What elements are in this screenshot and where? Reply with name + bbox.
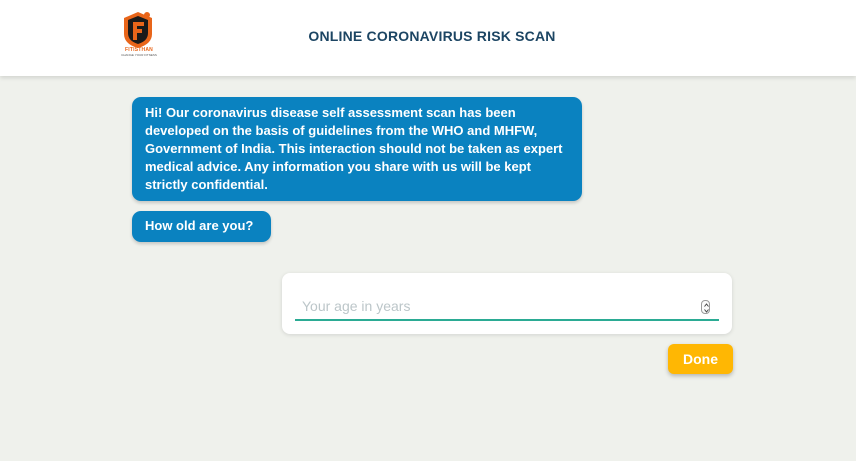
age-input[interactable] [295, 293, 719, 321]
chat-message-intro: Hi! Our coronavirus disease self assessm… [132, 97, 582, 201]
done-button[interactable]: Done [668, 344, 733, 374]
age-input-card [282, 273, 732, 334]
brand-tagline: CHANGE YOUR FITNESS [121, 53, 157, 57]
spinner-arrows-icon [704, 303, 709, 313]
chat-message-age-question: How old are you? [132, 211, 271, 242]
number-spinner[interactable] [701, 300, 710, 314]
page-title: ONLINE CORONAVIRUS RISK SCAN [308, 28, 556, 44]
header: FITISTHAN CHANGE YOUR FITNESS ONLINE COR… [0, 0, 856, 76]
